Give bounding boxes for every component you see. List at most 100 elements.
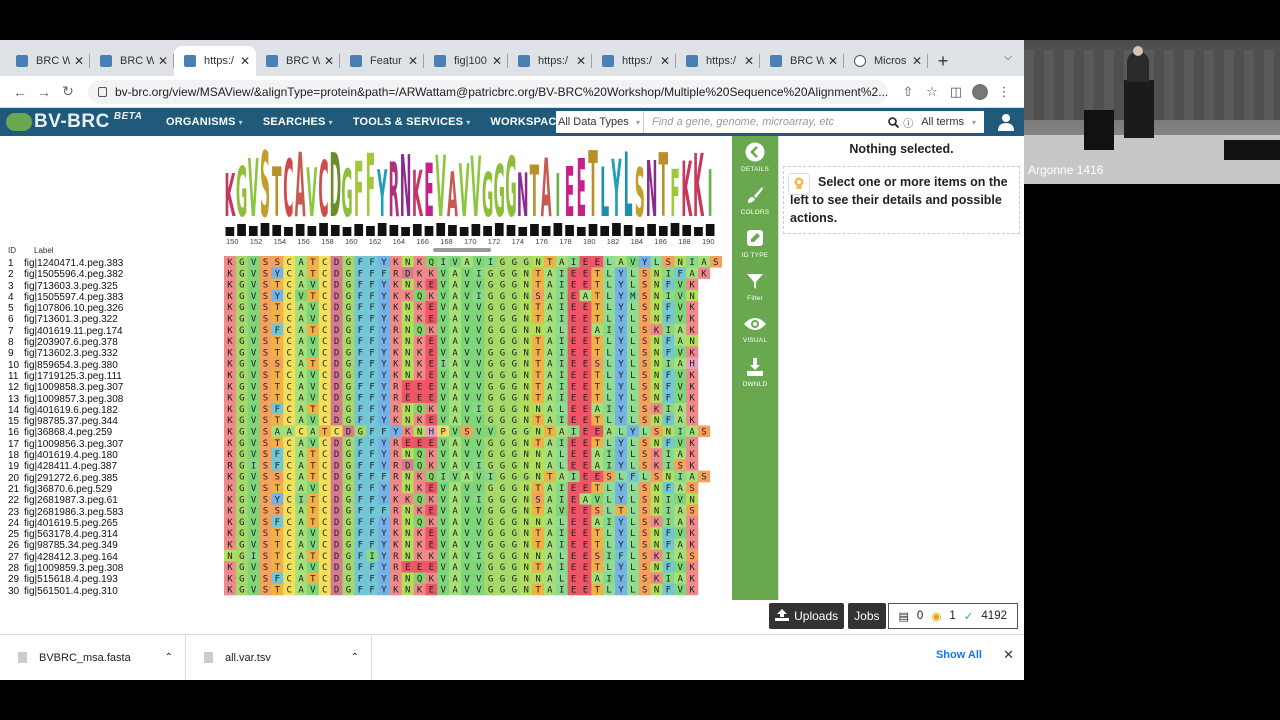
browser-tab[interactable]: https:/ ✕ xyxy=(676,46,760,76)
user-icon[interactable] xyxy=(998,113,1014,131)
sequence-label-row[interactable]: 27 fig|428412.3.peg.164 xyxy=(8,552,123,563)
alignment-row[interactable]: KGVSYCVTCDGFFYKKQKVAVIGGGNSAIEATLYMSNIVN xyxy=(224,289,699,302)
reload-icon[interactable]: ↻ xyxy=(56,83,80,100)
sequence-label-row[interactable]: 4 fig|1505597.4.peg.383 xyxy=(8,292,123,303)
sequence-label-row[interactable]: 9 fig|713602.3.peg.332 xyxy=(8,348,123,359)
alignment-row[interactable]: KGVSYCATCDGFFFRDKKVAVIGGGNTAIEETLYLSNIFA… xyxy=(224,267,711,279)
alignment-grid[interactable]: KGVSSCATCDGFFYKNKQIVAVIGGGNTAIEELAVYLSNI… xyxy=(224,256,722,596)
alignment-row[interactable]: KGVSTCAVCDGFFYKNKEVAVVGGGNTAIEETLYLSNFAK xyxy=(224,538,699,551)
close-tab-icon[interactable]: ✕ xyxy=(74,54,84,68)
nav-menu-tools-services[interactable]: TOOLS & SERVICES ▾ xyxy=(353,116,471,128)
chevron-up-icon[interactable]: ⌃ xyxy=(351,652,359,663)
nav-menu-organisms[interactable]: ORGANISMS ▾ xyxy=(166,116,243,128)
sidebar-details-button[interactable]: DETAILS xyxy=(732,136,778,179)
sequence-label-row[interactable]: 5 fig|107806.10.peg.326 xyxy=(8,303,123,314)
browser-tab[interactable]: BRC W ✕ xyxy=(90,46,174,76)
alignment-row[interactable]: KGVSTCAVCDGFFYKNKEVAVVGGGNTAIEETLYLSNFAS xyxy=(224,482,699,494)
alignment-row[interactable]: RGISFCATCDGFFYRDQKVAVIGGGNNALEEAIYLSKISK xyxy=(224,459,699,471)
sidepanel-icon[interactable]: ◫ xyxy=(944,84,968,100)
sequence-label-row[interactable]: 19 fig|428411.4.peg.387 xyxy=(8,461,123,472)
download-item[interactable]: BVBRC_msa.fasta ⌃ xyxy=(0,634,186,680)
sidebar-colors-button[interactable]: COLORS xyxy=(732,179,778,222)
sequence-label-row[interactable]: 29 fig|515618.4.peg.193 xyxy=(8,574,123,585)
job-status[interactable]: ▤ 0 ◉ 1 ✓ 4192 xyxy=(887,603,1018,629)
alignment-row[interactable]: KGVSTCAVCDGFFYKNKEVAVVGGGNTAIEETLYLSNFVK xyxy=(224,369,699,381)
sequence-label-row[interactable]: 28 fig|1009859.3.peg.308 xyxy=(8,563,123,574)
alignment-row[interactable]: KGVSSCATCDGFFFRNKQIVAVIGGGNTAIEESLFLSNIA… xyxy=(224,470,711,483)
close-tab-icon[interactable]: ✕ xyxy=(828,54,838,68)
tab-search-icon[interactable]: ⌵ xyxy=(1004,52,1012,63)
sequence-label-row[interactable]: 16 fig|36868.4.peg.259 xyxy=(8,427,123,438)
alignment-row[interactable]: KGVSTCAVCDGFFYKNKEVAVVGGGNTAIEETLYLSNFAN xyxy=(224,335,699,347)
alignment-row[interactable]: KGVSTCAVCDGFFYREEEVAVVGGGNTAIEETLYLSNFVK xyxy=(224,380,699,392)
download-item[interactable]: all.var.tsv ⌃ xyxy=(186,634,372,680)
alignment-row[interactable]: KGVSTCAVCDGFFYKNKEVAVVGGGNTAIEETLYLSNFVK xyxy=(224,527,699,539)
browser-tab[interactable]: https:/ ✕ xyxy=(174,46,256,76)
sequence-label-row[interactable]: 30 fig|561501.4.peg.310 xyxy=(8,586,123,597)
alignment-row[interactable]: KGVSTCAVCDGFFYREEEVAVVGGGNTAIEETLYLSNFVK xyxy=(224,391,699,404)
sidebar-filter-button[interactable]: Filter xyxy=(732,265,778,308)
share-icon[interactable]: ⇧ xyxy=(896,84,920,100)
alignment-row[interactable]: KGVSTCAVCDGFFYKNKEVAVVGGGNTAIEETLYLSNFAK xyxy=(224,414,699,426)
kebab-menu-icon[interactable]: ⋮ xyxy=(992,84,1016,100)
new-tab-button[interactable]: + xyxy=(928,46,958,76)
sequence-label-row[interactable]: 26 fig|98785.34.peg.349 xyxy=(8,540,123,551)
alignment-row[interactable]: KGVSSCATCDGFFYKNKQIVAVIGGGNTAIEELAVYLSNI… xyxy=(224,256,722,268)
sequence-label-row[interactable]: 24 fig|401619.5.peg.265 xyxy=(8,518,123,529)
close-tab-icon[interactable]: ✕ xyxy=(492,54,502,68)
close-tab-icon[interactable]: ✕ xyxy=(576,54,586,68)
sequence-label-row[interactable]: 23 fig|2681986.3.peg.583 xyxy=(8,507,123,518)
browser-tab[interactable]: https:/ ✕ xyxy=(592,46,676,76)
alignment-row[interactable]: NGISTCATCDGFIYRNKKVAVIGGGNNALEESIFLSKIAS xyxy=(224,549,699,562)
sequence-label-row[interactable]: 20 fig|291272.6.peg.385 xyxy=(8,473,123,484)
alignment-row[interactable]: KGVSFCATCDGFFYRNQKVAVIGGGNNALEEAIYLSKIAK xyxy=(224,402,699,415)
browser-tab[interactable]: Micros ✕ xyxy=(844,46,928,76)
alignment-row[interactable]: KGVSFCATCDGFFYRNQKVAVVGGGNNALEEAIYLSKIAK xyxy=(224,515,699,528)
search-type-select[interactable]: All Data Types ▾ xyxy=(556,111,644,133)
alignment-row[interactable]: KGVSSCATCDGFFFRNKEVAVVGGGNTAVEESLTLSNIAS xyxy=(224,504,699,517)
close-tab-icon[interactable]: ✕ xyxy=(912,54,922,68)
forward-icon[interactable]: → xyxy=(32,84,56,100)
close-tab-icon[interactable]: ✕ xyxy=(240,54,250,68)
alignment-row[interactable]: KGVSTCAVCDGFFYKNKEVAVVGGGNTAIEETLYLSNFVK xyxy=(224,301,699,313)
browser-tab[interactable]: fig|100 ✕ xyxy=(424,46,508,76)
alignment-row[interactable]: KGVSTCAVCDGFFYKNKEVAVVGGGNTAIEETLYLSNFVK xyxy=(224,278,699,291)
help-icon[interactable]: ⓘ xyxy=(903,115,913,130)
sequence-label-row[interactable]: 25 fig|563178.4.peg.314 xyxy=(8,529,123,540)
star-icon[interactable]: ☆ xyxy=(920,84,944,100)
bvbrc-logo[interactable]: BV-BRC BETA xyxy=(6,111,166,133)
alignment-row[interactable]: KGVSYCITCDGFFYKKQKVAVIGGGNSAIEAVLYLSNIVN xyxy=(224,493,699,505)
alignment-row[interactable]: KGVSSCATCDGFFYKNKEIAVVGGGNTAIEESLYLSNIAH xyxy=(224,357,699,370)
uploads-button[interactable]: Uploads xyxy=(769,603,845,629)
horizontal-scrollbar[interactable] xyxy=(433,248,491,252)
sequence-label-row[interactable]: 11 fig|1719125.3.peg.111 xyxy=(8,371,123,382)
sidebar-dwnld-button[interactable]: DWNLD xyxy=(732,351,778,394)
browser-tab[interactable]: BRC W ✕ xyxy=(6,46,90,76)
sequence-label-row[interactable]: 2 fig|1505596.4.peg.382 xyxy=(8,269,123,280)
sequence-label-row[interactable]: 8 fig|203907.6.peg.378 xyxy=(8,337,123,348)
sequence-label-row[interactable]: 22 fig|2681987.3.peg.61 xyxy=(8,495,123,506)
alignment-row[interactable]: KGVSTCAVCDGFFYKNKEVAVVGGGNTAIEETLYLSNFVK xyxy=(224,312,699,325)
browser-tab[interactable]: BRC W ✕ xyxy=(760,46,844,76)
browser-tab[interactable]: Featur ✕ xyxy=(340,46,424,76)
sidebar-id-type-button[interactable]: ID TYPE xyxy=(732,222,778,265)
browser-tab[interactable]: BRC W ✕ xyxy=(256,46,340,76)
sequence-label-row[interactable]: 6 fig|713601.3.peg.322 xyxy=(8,314,123,325)
close-tab-icon[interactable]: ✕ xyxy=(324,54,334,68)
sequence-label-row[interactable]: 12 fig|1009858.3.peg.307 xyxy=(8,382,123,393)
alignment-row[interactable]: KGVSTCAVCDGFFYREEEVAVVGGGNTAIEETLYLSNFVK xyxy=(224,436,699,449)
address-bar[interactable]: bv-brc.org/view/MSAView/&alignType=prote… xyxy=(88,79,888,104)
close-tab-icon[interactable]: ✕ xyxy=(408,54,418,68)
alignment-row[interactable]: KGVSTCAVCDGFFYREEEVAVVGGGNTAIEETLYLSNFVK xyxy=(224,561,699,573)
show-all-downloads-link[interactable]: Show All xyxy=(936,649,982,661)
alignment-row[interactable]: KGVSTCAVCDGFFYKNKEVAVVGGGNTAIEETLYLSNFVK xyxy=(224,346,699,358)
alignment-row[interactable]: KGVSFCATCDGFFYRNQKVAVVGGGNNALEEAIYLSKIAK xyxy=(224,323,699,336)
sequence-label-row[interactable]: 21 fig|36870.6.peg.529 xyxy=(8,484,123,495)
sequence-label-row[interactable]: 18 fig|401619.4.peg.180 xyxy=(8,450,123,461)
alignment-row[interactable]: KGVSFCATCDGFFYRNQKVAVVGGGNNALEEAIYLSKIAK xyxy=(224,448,699,460)
close-icon[interactable]: ✕ xyxy=(1003,647,1014,663)
close-tab-icon[interactable]: ✕ xyxy=(744,54,754,68)
sequence-label-row[interactable]: 3 fig|713603.3.peg.325 xyxy=(8,281,123,292)
sequence-label-row[interactable]: 14 fig|401619.6.peg.182 xyxy=(8,405,123,416)
alignment-row[interactable]: KGVSAACATCDGFFYKNHPVSVVGGGNTAIEEALYLSNIA… xyxy=(224,425,711,438)
